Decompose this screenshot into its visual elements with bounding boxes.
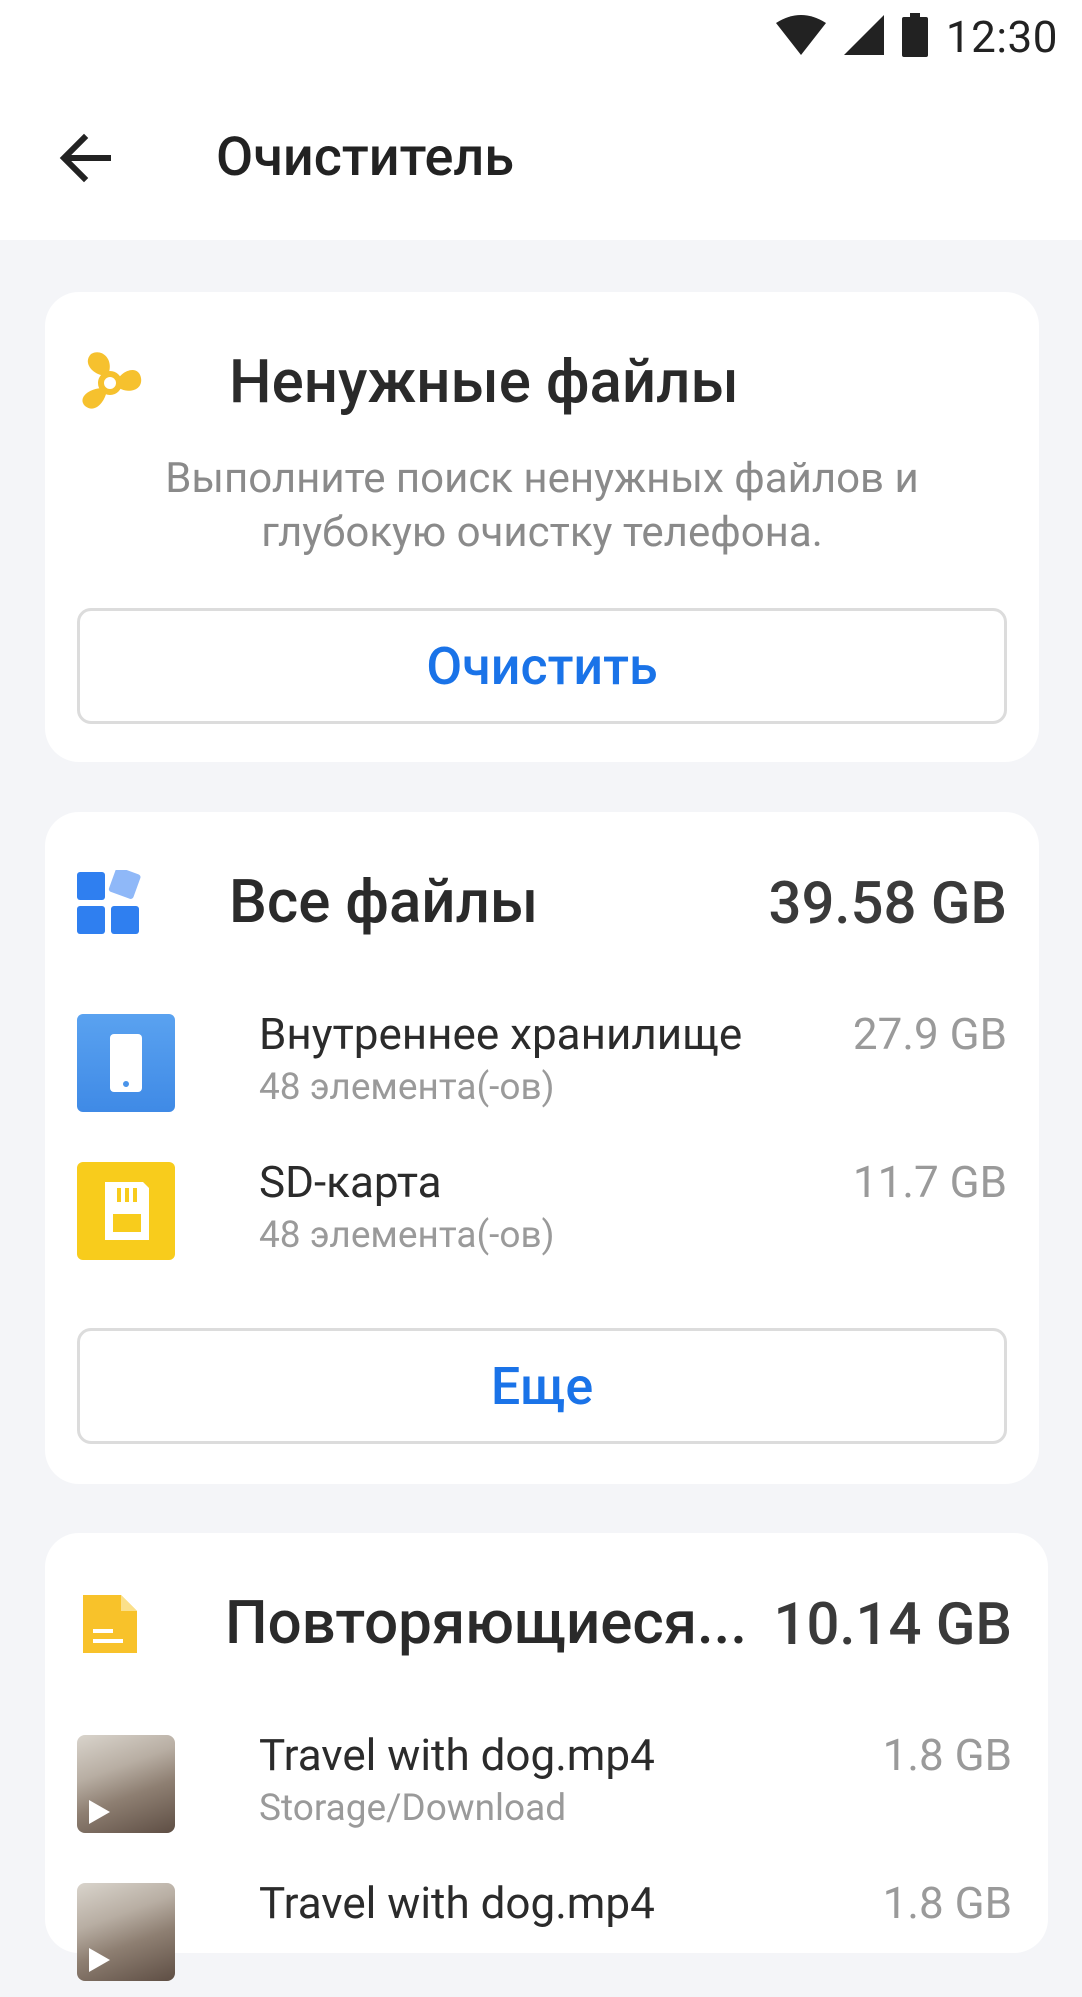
file-size: 1.8 GB bbox=[882, 1877, 1012, 1929]
video-thumbnail bbox=[77, 1735, 175, 1833]
all-files-title: Все файлы bbox=[229, 866, 539, 937]
junk-files-card: Ненужные файлы Выполните поиск ненужных … bbox=[45, 292, 1039, 762]
junk-files-description: Выполните поиск ненужных файлов и глубок… bbox=[165, 454, 919, 557]
signal-icon bbox=[843, 15, 884, 59]
storage-count: 48 элемента(-ов) bbox=[259, 1214, 555, 1257]
apps-grid-icon bbox=[77, 867, 143, 936]
all-files-total: 39.58 GB bbox=[768, 870, 1007, 938]
sd-card-icon bbox=[77, 1162, 175, 1260]
wifi-icon bbox=[775, 15, 826, 59]
play-icon bbox=[89, 1800, 110, 1824]
duplicates-title: Повторяющиеся... bbox=[225, 1587, 748, 1658]
storage-row-internal[interactable]: Внутреннее хранилище 48 элемента(-ов) 27… bbox=[77, 1008, 1007, 1128]
fan-icon bbox=[77, 350, 143, 416]
storage-size: 11.7 GB bbox=[852, 1156, 1007, 1208]
status-time: 12:30 bbox=[945, 11, 1058, 63]
file-name: Travel with dog.mp4 bbox=[259, 1729, 655, 1781]
duplicate-file-row[interactable]: Travel with dog.mp4 1.8 GB bbox=[77, 1877, 1012, 1997]
all-files-card: Все файлы 39.58 GB Внутреннее хранилище … bbox=[45, 812, 1039, 1484]
video-thumbnail bbox=[77, 1883, 175, 1981]
duplicates-total: 10.14 GB bbox=[773, 1591, 1012, 1659]
arrow-back-icon bbox=[59, 133, 111, 183]
back-button[interactable] bbox=[56, 128, 116, 188]
storage-size: 27.9 GB bbox=[852, 1008, 1007, 1060]
storage-name: SD-карта bbox=[259, 1156, 442, 1208]
file-size: 1.8 GB bbox=[882, 1729, 1012, 1781]
junk-files-title: Ненужные файлы bbox=[229, 346, 739, 417]
duplicates-card: Повторяющиеся... 10.14 GB Travel with do… bbox=[45, 1533, 1048, 1981]
storage-row-sd[interactable]: SD-карта 48 элемента(-ов) 11.7 GB bbox=[77, 1156, 1007, 1276]
file-name: Travel with dog.mp4 bbox=[259, 1877, 655, 1929]
app-bar: Очиститель bbox=[0, 76, 1082, 240]
more-button[interactable]: Еще bbox=[77, 1328, 1007, 1444]
status-bar: 12:30 bbox=[0, 0, 1082, 76]
storage-name: Внутреннее хранилище bbox=[259, 1008, 743, 1060]
storage-count: 48 элемента(-ов) bbox=[259, 1066, 555, 1109]
clean-button[interactable]: Очистить bbox=[77, 608, 1007, 724]
play-icon bbox=[89, 1948, 110, 1972]
duplicate-file-row[interactable]: Travel with dog.mp4 Storage/Download 1.8… bbox=[77, 1729, 1012, 1849]
file-path: Storage/Download bbox=[259, 1787, 567, 1830]
battery-icon bbox=[901, 13, 928, 61]
document-icon bbox=[77, 1591, 143, 1657]
page-title: Очиститель bbox=[216, 126, 515, 189]
phone-icon bbox=[77, 1014, 175, 1112]
